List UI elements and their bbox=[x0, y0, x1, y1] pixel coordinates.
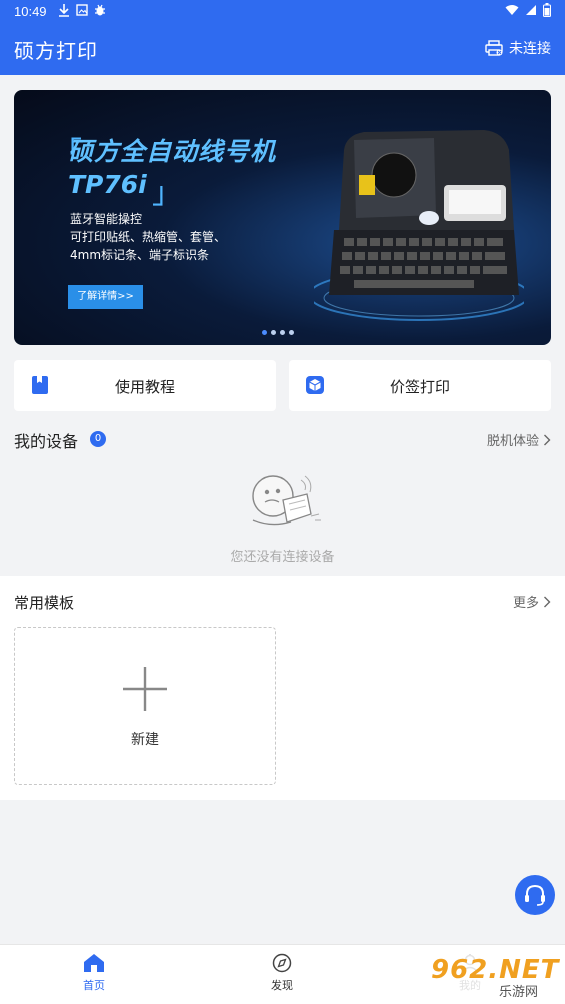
printer-icon bbox=[485, 40, 503, 56]
my-devices-section: 我的设备 0 脱机体验 您还没有连接设备 bbox=[0, 420, 565, 576]
bug-icon bbox=[95, 4, 105, 16]
download-icon bbox=[59, 4, 69, 17]
banner-desc-line: 可打印贴纸、热缩管、套管、 bbox=[70, 230, 227, 244]
wifi-icon bbox=[505, 5, 519, 15]
image-icon bbox=[76, 4, 88, 16]
tutorial-button[interactable]: 使用教程 bbox=[14, 360, 276, 411]
app-title: 硕方打印 bbox=[14, 39, 98, 63]
banner-title: 硕方全自动线号机 bbox=[68, 137, 277, 166]
headset-icon bbox=[525, 884, 545, 906]
app-header: 10:49 硕方打印 未连接 bbox=[0, 0, 565, 75]
status-icons-left bbox=[58, 3, 106, 17]
device-count-badge: 0 bbox=[90, 431, 106, 447]
promo-banner[interactable]: 「 硕方全自动线号机 TP76i 」 蓝牙智能操控 可打印贴纸、热缩管、套管、 … bbox=[14, 90, 551, 345]
price-tag-print-label: 价签打印 bbox=[389, 378, 450, 396]
compass-icon bbox=[272, 953, 292, 973]
signal-icon bbox=[526, 5, 536, 15]
nav-discover-label: 发现 bbox=[271, 979, 293, 992]
more-templates-label: 更多 bbox=[512, 596, 539, 611]
more-templates-link[interactable]: 更多 bbox=[513, 592, 551, 611]
banner-desc-line: 蓝牙智能操控 bbox=[70, 212, 143, 226]
banner-pager-dot[interactable] bbox=[280, 330, 285, 335]
empty-device-text: 您还没有连接设备 bbox=[230, 550, 335, 565]
connection-status-button[interactable]: 未连接 bbox=[485, 38, 551, 58]
banner-bracket-close: 」 bbox=[152, 176, 182, 211]
empty-device-illustration bbox=[252, 475, 321, 526]
banner-pager-dot[interactable] bbox=[289, 330, 294, 335]
banner-desc-line: 4mm标记条、端子标识条 bbox=[70, 248, 210, 262]
common-templates-section: 常用模板 更多 新建 bbox=[0, 576, 565, 800]
connection-status-label: 未连接 bbox=[509, 41, 551, 57]
banner-pager-dot[interactable] bbox=[262, 330, 267, 335]
banner-description: 蓝牙智能操控 可打印贴纸、热缩管、套管、 4mm标记条、端子标识条 bbox=[70, 210, 226, 264]
status-bar: 10:49 bbox=[0, 0, 565, 24]
nav-discover[interactable]: 发现 bbox=[252, 953, 312, 993]
battery-icon bbox=[543, 3, 551, 17]
nav-home[interactable]: 首页 bbox=[64, 953, 124, 993]
new-template-card[interactable]: 新建 bbox=[14, 627, 276, 785]
offline-experience-label: 脱机体验 bbox=[486, 434, 539, 449]
my-devices-title: 我的设备 bbox=[14, 432, 79, 451]
watermark-logo: 962.NET 乐游网 bbox=[425, 955, 560, 1000]
chevron-right-icon bbox=[544, 596, 551, 607]
watermark-sub-text: 乐游网 bbox=[499, 985, 539, 1000]
banner-pager-dot[interactable] bbox=[271, 330, 276, 335]
new-template-label: 新建 bbox=[131, 732, 159, 748]
common-templates-title: 常用模板 bbox=[14, 594, 75, 612]
plus-icon bbox=[123, 667, 167, 711]
home-icon bbox=[84, 954, 104, 972]
offline-experience-link[interactable]: 脱机体验 bbox=[487, 430, 551, 449]
customer-support-button[interactable] bbox=[515, 875, 555, 915]
status-time: 10:49 bbox=[14, 4, 47, 19]
status-icons-right bbox=[505, 3, 551, 17]
nav-home-label: 首页 bbox=[83, 979, 105, 992]
banner-model: TP76i bbox=[68, 170, 147, 199]
price-tag-print-button[interactable]: 价签打印 bbox=[289, 360, 551, 411]
chevron-right-icon bbox=[544, 434, 551, 445]
printer-product-image bbox=[314, 130, 524, 321]
banner-pager bbox=[262, 330, 294, 335]
watermark-logo-text: 962.NET bbox=[431, 955, 560, 985]
tutorial-label: 使用教程 bbox=[114, 378, 175, 396]
banner-details-button[interactable]: 了解详情>> bbox=[68, 285, 143, 309]
